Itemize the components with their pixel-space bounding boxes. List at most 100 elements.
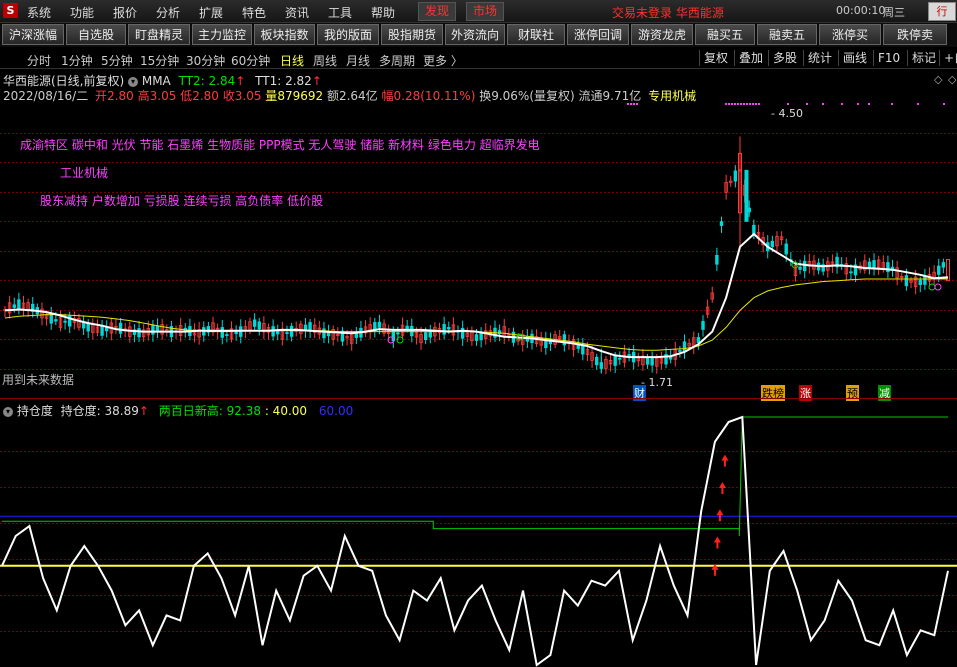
- diamond-icon[interactable]: ◇: [948, 73, 956, 86]
- f10-button[interactable]: F10: [873, 50, 904, 66]
- candle-body: [410, 325, 414, 337]
- period-multi[interactable]: 多周期: [379, 52, 415, 69]
- custom-button[interactable]: +自: [939, 50, 957, 66]
- future-data-warning: 用到未来数据: [2, 373, 75, 387]
- corner-button[interactable]: 行: [928, 2, 956, 21]
- toolbar-button-sector-index[interactable]: 板块指数: [254, 24, 315, 45]
- high-price-value: 4.50: [778, 107, 803, 120]
- indicator-dropdown-icon[interactable]: ▾: [128, 76, 139, 87]
- candle-body: [308, 322, 312, 331]
- toolbar-button-foreign-flow[interactable]: 外资流向: [445, 24, 505, 45]
- toolbar-button-index-futures[interactable]: 股指期货: [381, 24, 443, 45]
- volume-value: 879692: [277, 89, 324, 103]
- period-5min[interactable]: 5分钟: [101, 52, 133, 69]
- multi-stock-button[interactable]: 多股: [768, 50, 801, 66]
- signal-marker: [934, 283, 942, 291]
- signal-dot: [737, 103, 739, 105]
- candle-body: [118, 322, 123, 334]
- mark-button[interactable]: 标记: [907, 50, 940, 66]
- candle-body: [613, 355, 617, 366]
- toolbar-button-limit-pullback[interactable]: 涨停回调: [567, 24, 629, 45]
- candle-body: [715, 254, 719, 265]
- toolbar-button-limit-up-buy[interactable]: 涨停买: [819, 24, 881, 45]
- toolbar-button-watchlist[interactable]: 自选股: [66, 24, 126, 45]
- candle-body: [918, 279, 922, 286]
- signal-dot: [728, 103, 730, 105]
- candle-body: [252, 319, 257, 327]
- toolbar-button-limit-down-sell[interactable]: 跌停卖: [883, 24, 947, 45]
- buy-arrow-icon: [716, 509, 724, 522]
- period-monthly[interactable]: 月线: [346, 52, 370, 69]
- menu-analysis[interactable]: 分析: [156, 4, 180, 21]
- period-intraday[interactable]: 分时: [27, 52, 51, 69]
- tab-market[interactable]: 市场: [466, 2, 505, 21]
- candle-body: [220, 327, 224, 338]
- period-weekly[interactable]: 周线: [313, 52, 337, 69]
- period-60min[interactable]: 60分钟: [231, 52, 270, 69]
- low-label: 低: [180, 89, 193, 103]
- toolbar-button-margin-buy[interactable]: 融买五: [695, 24, 755, 45]
- candle-body: [701, 320, 705, 330]
- toolbar-button-my-layout[interactable]: 我的版面: [317, 24, 379, 45]
- period-1min[interactable]: 1分钟: [61, 52, 93, 69]
- sub-grid: [0, 451, 957, 632]
- candle-body: [257, 321, 261, 330]
- toolbar-button-hs-gain[interactable]: 沪深涨幅: [2, 24, 64, 45]
- hold-degree-line: [1, 415, 949, 667]
- signal-dot: [806, 103, 808, 105]
- buy-arrow-icon: [721, 454, 729, 467]
- period-30min[interactable]: 30分钟: [186, 52, 225, 69]
- buy-arrow-icon: [718, 481, 726, 494]
- menu-feature[interactable]: 特色: [242, 4, 266, 21]
- signal-dot: [749, 103, 751, 105]
- candle-body: [904, 275, 909, 287]
- period-15min[interactable]: 15分钟: [140, 52, 179, 69]
- signal-dot: [746, 103, 748, 105]
- period-daily[interactable]: 日线: [280, 52, 304, 69]
- candle-body: [733, 170, 738, 182]
- hold-degree-chart[interactable]: [0, 415, 957, 667]
- tab-discover[interactable]: 发现: [418, 2, 457, 21]
- period-more[interactable]: 更多 〉: [423, 52, 463, 69]
- menu-tools[interactable]: 工具: [328, 4, 352, 21]
- stock-title[interactable]: 华西能源(日线,前复权): [3, 74, 124, 88]
- candle-body: [678, 350, 682, 352]
- stats-button[interactable]: 统计: [803, 50, 836, 66]
- candle-body: [17, 299, 21, 310]
- candle-body: [155, 325, 160, 331]
- volume-label: 量: [265, 89, 278, 103]
- high-label: 高: [137, 89, 150, 103]
- menu-function[interactable]: 功能: [70, 4, 94, 21]
- clock-weekday: 周三: [883, 6, 905, 19]
- indicator-name: MMA: [141, 74, 171, 88]
- app-logo: S: [3, 3, 18, 18]
- toolbar-button-cls[interactable]: 财联社: [507, 24, 565, 45]
- menu-help[interactable]: 帮助: [371, 4, 395, 21]
- menu-system[interactable]: 系统: [27, 4, 51, 21]
- toolbar-button-main-monitor[interactable]: 主力监控: [192, 24, 252, 45]
- toolbar-button-hot-money[interactable]: 游资龙虎: [631, 24, 693, 45]
- menu-extend[interactable]: 扩展: [199, 4, 223, 21]
- adjust-button[interactable]: 复权: [699, 50, 732, 66]
- candle-body: [86, 323, 90, 332]
- high-value: 3.05: [149, 89, 177, 103]
- candle-body: [744, 169, 749, 222]
- change-value: 0.28(10.11%): [393, 89, 476, 103]
- menu-bar: S 系统 功能 报价 分析 扩展 特色 资讯 工具 帮助 发现 市场 交易未登录…: [0, 0, 957, 23]
- diamond-icon[interactable]: ◇: [934, 73, 942, 86]
- candle-body: [377, 321, 382, 328]
- candle-body: [872, 260, 876, 269]
- menu-news[interactable]: 资讯: [285, 4, 309, 21]
- close-label: 收: [222, 89, 235, 103]
- toolbar-button-monitor-genie[interactable]: 盯盘精灵: [128, 24, 190, 45]
- buy-arrow-icon: [713, 536, 721, 549]
- toolbar-button-margin-sell[interactable]: 融卖五: [757, 24, 817, 45]
- overlay-button[interactable]: 叠加: [734, 50, 767, 66]
- clock-time: 00:00:10: [836, 4, 886, 17]
- menu-quote[interactable]: 报价: [113, 4, 137, 21]
- concept-tags-line1: 成渝特区 碳中和 光伏 节能 石墨烯 生物质能 PPP模式 无人驾驶 储能 新材…: [20, 138, 540, 152]
- candle-body: [447, 326, 451, 330]
- candle-body: [354, 333, 359, 338]
- float-value: 流通9.71亿: [578, 89, 642, 103]
- draw-button[interactable]: 画线: [838, 50, 871, 66]
